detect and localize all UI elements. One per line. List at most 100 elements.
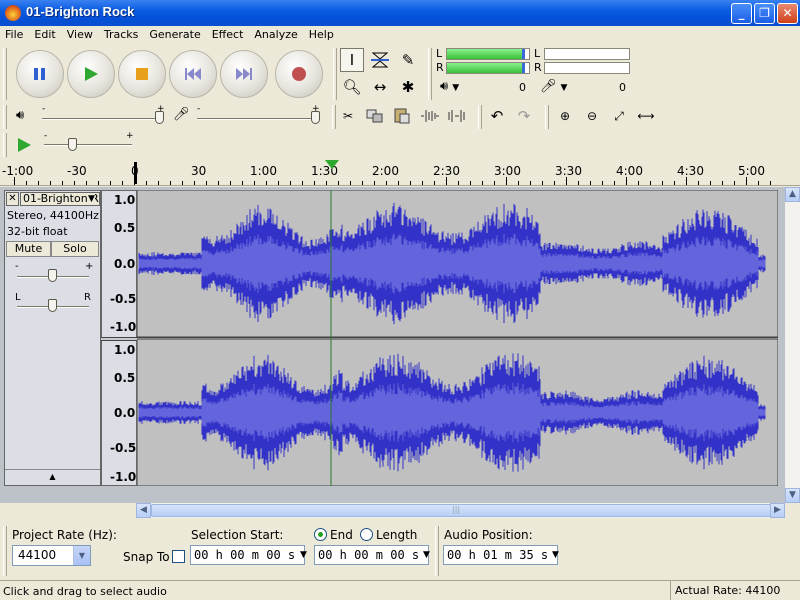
gain-thumb[interactable] <box>48 269 57 282</box>
chevron-down-icon[interactable]: ▼ <box>423 550 430 560</box>
menu-file[interactable]: File <box>0 26 29 41</box>
play-speed-thumb[interactable] <box>68 138 77 151</box>
redo-icon: ↷ <box>517 107 531 125</box>
ruler-tick-label: -30 <box>67 164 87 178</box>
meter-grip[interactable] <box>428 48 432 100</box>
play-speed-grip[interactable] <box>3 133 7 157</box>
selection-end-field[interactable]: 00 h 00 m 00 s <box>314 545 429 565</box>
horizontal-scrollbar[interactable]: ◀ ||| ▶ <box>136 503 785 518</box>
ruler-minor-tick <box>50 181 51 185</box>
ruler-tick-label: 4:30 <box>677 164 704 178</box>
rec-volume-slider[interactable] <box>197 118 317 120</box>
record-button[interactable] <box>275 50 323 98</box>
close-button[interactable]: ✕ <box>777 3 798 24</box>
maximize-button[interactable]: ❐ <box>754 3 775 24</box>
collapse-track-button[interactable]: ▲ <box>5 469 100 485</box>
selection-start-field[interactable]: 00 h 00 m 00 s <box>190 545 305 565</box>
scale-top-05: 0.5 <box>114 221 136 235</box>
undo-button[interactable]: ↶ <box>485 104 509 128</box>
chevron-down-icon[interactable]: ▼ <box>300 550 307 560</box>
zoom-out-icon: ⊖ <box>586 109 598 123</box>
play-meter-right[interactable] <box>446 62 530 74</box>
fit-selection-button[interactable]: ⤢ <box>607 104 631 128</box>
transport-grip[interactable] <box>3 48 7 100</box>
scroll-left-button[interactable]: ◀ <box>136 503 151 518</box>
paste-button[interactable] <box>390 104 414 128</box>
redo-button[interactable]: ↷ <box>512 104 536 128</box>
rec-volume-thumb[interactable] <box>311 111 320 124</box>
selection-tool-button[interactable]: I <box>340 48 364 72</box>
minimize-button[interactable]: _ <box>731 3 752 24</box>
app-icon <box>5 5 21 21</box>
stop-button[interactable] <box>118 50 166 98</box>
play-at-speed-button[interactable] <box>12 133 36 157</box>
ruler-tick-label: 4:00 <box>616 164 643 178</box>
zoom-tool-button[interactable]: 🔍︎ <box>340 75 364 99</box>
rec-meter-menu[interactable]: 🎤︎ ▼ <box>540 79 567 94</box>
zoom-out-button[interactable]: ⊖ <box>580 104 604 128</box>
menu-edit[interactable]: Edit <box>29 26 61 41</box>
snap-to-checkbox[interactable] <box>172 550 185 563</box>
selection-grip[interactable] <box>3 526 7 576</box>
timeline-ruler[interactable]: -1:00-300301:001:302:002:303:003:304:004… <box>0 160 800 186</box>
pause-button[interactable] <box>16 50 64 98</box>
collapse-icon: ▲ <box>49 472 56 481</box>
menu-effect[interactable]: Effect <box>207 26 250 41</box>
chevron-down-icon[interactable]: ▼ <box>552 550 559 560</box>
play-volume-slider[interactable] <box>42 118 162 120</box>
track-control-panel[interactable]: ✕ 01-Brighton Rock ▼ Stereo, 44100Hz 32-… <box>4 190 101 486</box>
skip-start-button[interactable] <box>169 50 217 98</box>
fit-project-button[interactable]: ⟷ <box>634 104 658 128</box>
chevron-down-icon: ▼ <box>789 490 796 500</box>
menu-view[interactable]: View <box>62 26 99 41</box>
end-label: End <box>330 528 353 542</box>
play-volume-thumb[interactable] <box>155 111 164 124</box>
menu-tracks[interactable]: Tracks <box>99 26 145 41</box>
track-close-button[interactable]: ✕ <box>6 192 19 206</box>
rec-meter-right[interactable] <box>544 62 630 74</box>
cut-button[interactable]: ✂ <box>336 104 360 128</box>
timeshift-tool-button[interactable]: ↔ <box>368 75 392 99</box>
mute-button[interactable]: Mute <box>6 241 51 257</box>
multi-tool-button[interactable]: ✱ <box>396 75 420 99</box>
ruler-minor-tick <box>350 181 351 185</box>
play-speed-slider[interactable] <box>44 144 132 146</box>
length-radio[interactable] <box>360 528 373 541</box>
history-grip[interactable] <box>478 105 482 129</box>
skip-end-button[interactable] <box>220 50 268 98</box>
scroll-up-button[interactable]: ▲ <box>785 187 800 202</box>
play-meter-menu[interactable]: 🔊︎ ▼ <box>440 79 459 94</box>
menu-generate[interactable]: Generate <box>144 26 206 41</box>
ruler-minor-tick <box>326 181 327 185</box>
ruler-minor-tick <box>398 181 399 185</box>
scroll-right-button[interactable]: ▶ <box>770 503 785 518</box>
end-radio[interactable] <box>314 528 327 541</box>
menu-analyze[interactable]: Analyze <box>249 26 303 41</box>
zoom-grip[interactable] <box>545 105 549 129</box>
audio-position-label: Audio Position: <box>444 528 533 542</box>
play-meter-left[interactable] <box>446 48 530 60</box>
position-grip[interactable] <box>435 526 439 576</box>
silence-button[interactable] <box>445 104 469 128</box>
rec-meter-left[interactable] <box>544 48 630 60</box>
play-button[interactable] <box>67 50 115 98</box>
tools-grip[interactable] <box>333 48 337 100</box>
fit-project-icon: ⟷ <box>637 109 655 123</box>
toolbar-area: I ✎ 🔍︎ ↔ ✱ L R L R 🔊︎ ▼ 0 🎤︎ ▼ 0 🔊︎ - + 🎤︎… <box>0 45 800 160</box>
zoom-in-button[interactable]: ⊕ <box>553 104 577 128</box>
copy-button[interactable] <box>363 104 387 128</box>
draw-tool-button[interactable]: ✎ <box>396 48 420 72</box>
horizontal-scroll-thumb[interactable]: ||| <box>151 504 771 517</box>
audio-position-field[interactable]: 00 h 01 m 35 s <box>443 545 558 565</box>
waveform-display[interactable] <box>137 190 778 486</box>
pencil-icon: ✎ <box>401 51 415 69</box>
scroll-down-button[interactable]: ▼ <box>785 488 800 503</box>
pan-thumb[interactable] <box>48 299 57 312</box>
mixer-grip[interactable] <box>3 105 7 129</box>
menu-help[interactable]: Help <box>304 26 340 41</box>
trim-button[interactable] <box>418 104 442 128</box>
vertical-scrollbar[interactable]: ▲ ▼ <box>785 187 800 503</box>
envelope-tool-button[interactable] <box>368 48 392 72</box>
solo-button[interactable]: Solo <box>51 241 99 257</box>
project-rate-combo[interactable]: 44100 ▼ <box>12 545 91 566</box>
